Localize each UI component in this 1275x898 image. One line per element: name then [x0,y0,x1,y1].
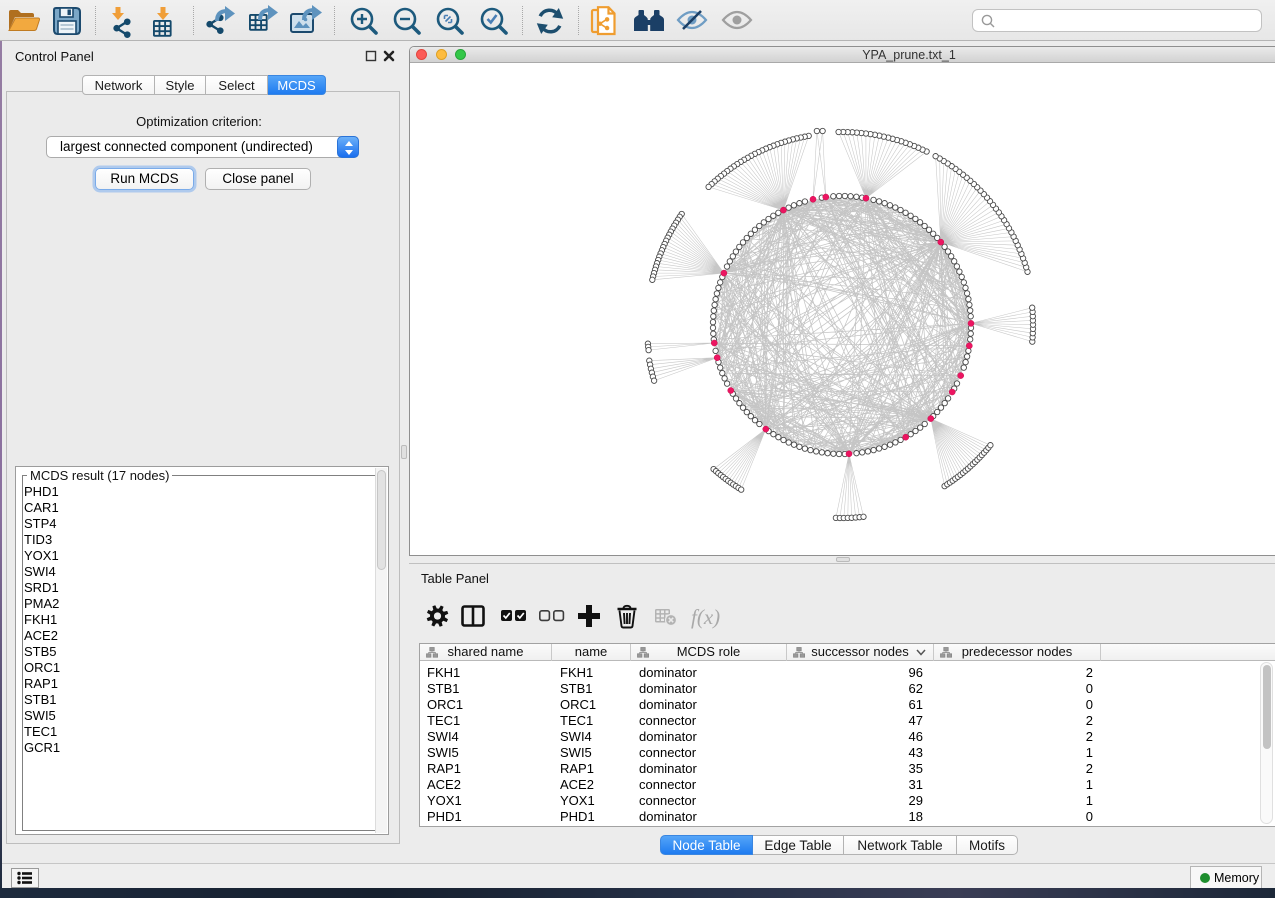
svg-text:f(x): f(x) [691,605,720,629]
